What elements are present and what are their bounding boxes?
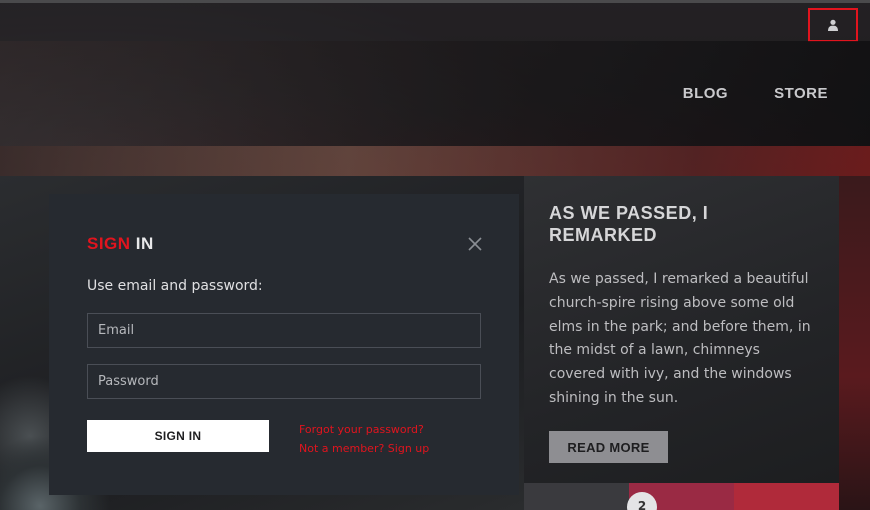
signin-modal: SIGN IN Use email and password: SIGN IN … <box>49 194 519 495</box>
close-icon <box>468 237 482 251</box>
article-card: AS WE PASSED, I REMARKED As we passed, I… <box>524 176 839 483</box>
article-body: As we passed, I remarked a beautiful chu… <box>549 271 811 406</box>
side-image <box>839 176 870 510</box>
nav-item-blog[interactable]: BLOG <box>683 85 728 102</box>
read-more-button[interactable]: READ MORE <box>549 431 668 463</box>
modal-title-rest: IN <box>135 234 154 253</box>
sign-in-button[interactable]: SIGN IN <box>87 420 269 452</box>
slider-thumb[interactable] <box>524 483 629 510</box>
sign-up-link[interactable]: Not a member? Sign up <box>299 439 429 458</box>
modal-title-accent: SIGN <box>87 234 131 253</box>
user-bar <box>0 3 870 42</box>
close-button[interactable] <box>467 236 483 252</box>
email-field[interactable] <box>87 313 481 348</box>
nav-item-store[interactable]: STORE <box>774 85 828 102</box>
signin-links: Forgot your password? Not a member? Sign… <box>299 420 429 458</box>
user-account-button[interactable] <box>808 8 858 42</box>
main-nav: BLOG STORE <box>683 85 828 102</box>
password-field[interactable] <box>87 364 481 399</box>
slider-thumb[interactable] <box>734 483 839 510</box>
forgot-password-link[interactable]: Forgot your password? <box>299 420 429 439</box>
article-title: AS WE PASSED, I REMARKED <box>549 203 709 245</box>
signin-instructions: Use email and password: <box>87 278 263 294</box>
user-icon <box>828 19 838 31</box>
hero-band <box>0 146 870 176</box>
modal-title: SIGN IN <box>87 234 154 254</box>
slider-thumbnails <box>524 483 839 510</box>
site-header: BLOG STORE <box>0 41 870 146</box>
